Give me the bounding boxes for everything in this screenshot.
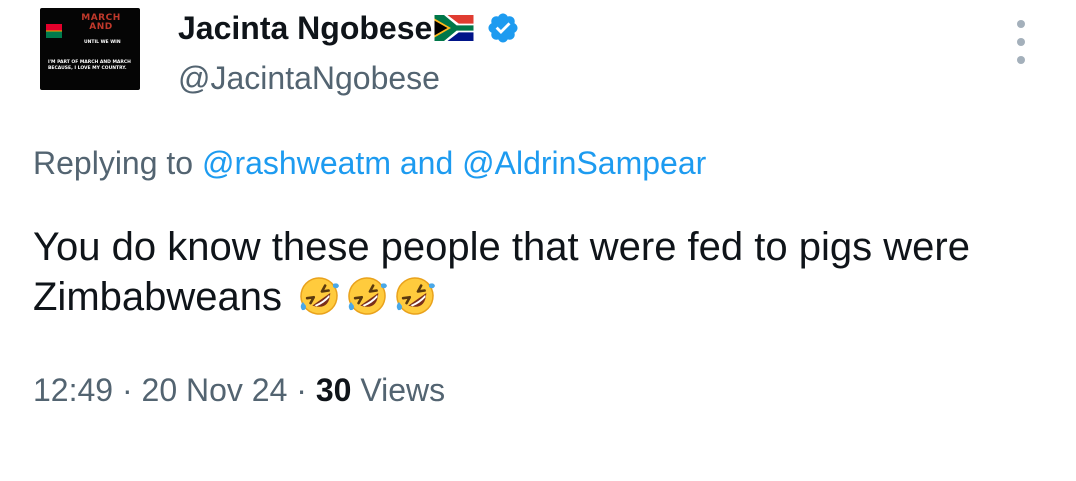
replying-to-line: Replying to @rashweatm and @AldrinSampea… — [33, 143, 706, 183]
verified-badge-icon — [488, 13, 518, 43]
rolling-on-floor-laughing-emoji — [300, 277, 340, 315]
avatar-caption-line1: I'M PART OF MARCH AND MARCH — [48, 60, 131, 65]
author-handle[interactable]: @JacintaNgobese — [178, 58, 440, 98]
tweet-time[interactable]: 12:49 — [33, 372, 113, 408]
meta-separator: · — [296, 372, 307, 408]
rolling-on-floor-laughing-emoji — [348, 277, 388, 315]
avatar-subtitle: UNTIL WE WIN — [84, 40, 121, 45]
replying-prefix: Replying to — [33, 145, 194, 181]
author-display-name[interactable]: Jacinta Ngobese — [178, 8, 520, 48]
avatar[interactable]: MARCH AND UNTIL WE WIN I'M PART OF MARCH… — [40, 8, 140, 90]
views-count: 30 — [315, 372, 352, 408]
meta-separator: · — [121, 372, 133, 408]
more-dot — [1017, 38, 1025, 46]
tweet-text-content: You do know these people that were fed t… — [33, 225, 970, 319]
more-vertical-icon[interactable] — [1011, 20, 1031, 64]
author-name-text: Jacinta Ngobese — [178, 10, 433, 46]
tweet-card: MARCH AND UNTIL WE WIN I'M PART OF MARCH… — [0, 0, 1076, 481]
south-africa-flag-icon — [434, 15, 474, 41]
emoji-group — [297, 274, 441, 318]
rolling-on-floor-laughing-emoji — [396, 277, 436, 315]
reply-user-link-1[interactable]: @rashweatm — [202, 145, 391, 181]
avatar-title: MARCH AND — [68, 14, 134, 32]
more-dot — [1017, 56, 1025, 64]
tweet-meta: 12:49 · 20 Nov 24 · 30 Views — [33, 370, 445, 410]
views-label: Views — [360, 372, 446, 408]
tweet-text: You do know these people that were fed t… — [33, 222, 1053, 322]
avatar-flag-graphic — [46, 24, 62, 38]
reply-connector: and — [399, 145, 454, 181]
tweet-date[interactable]: 20 Nov 24 — [142, 372, 288, 408]
more-dot — [1017, 20, 1025, 28]
avatar-caption-line2: BECAUSE, I LOVE MY COUNTRY. — [48, 66, 127, 71]
reply-user-link-2[interactable]: @AldrinSampear — [462, 145, 706, 181]
avatar-title-line2: AND — [89, 22, 113, 32]
